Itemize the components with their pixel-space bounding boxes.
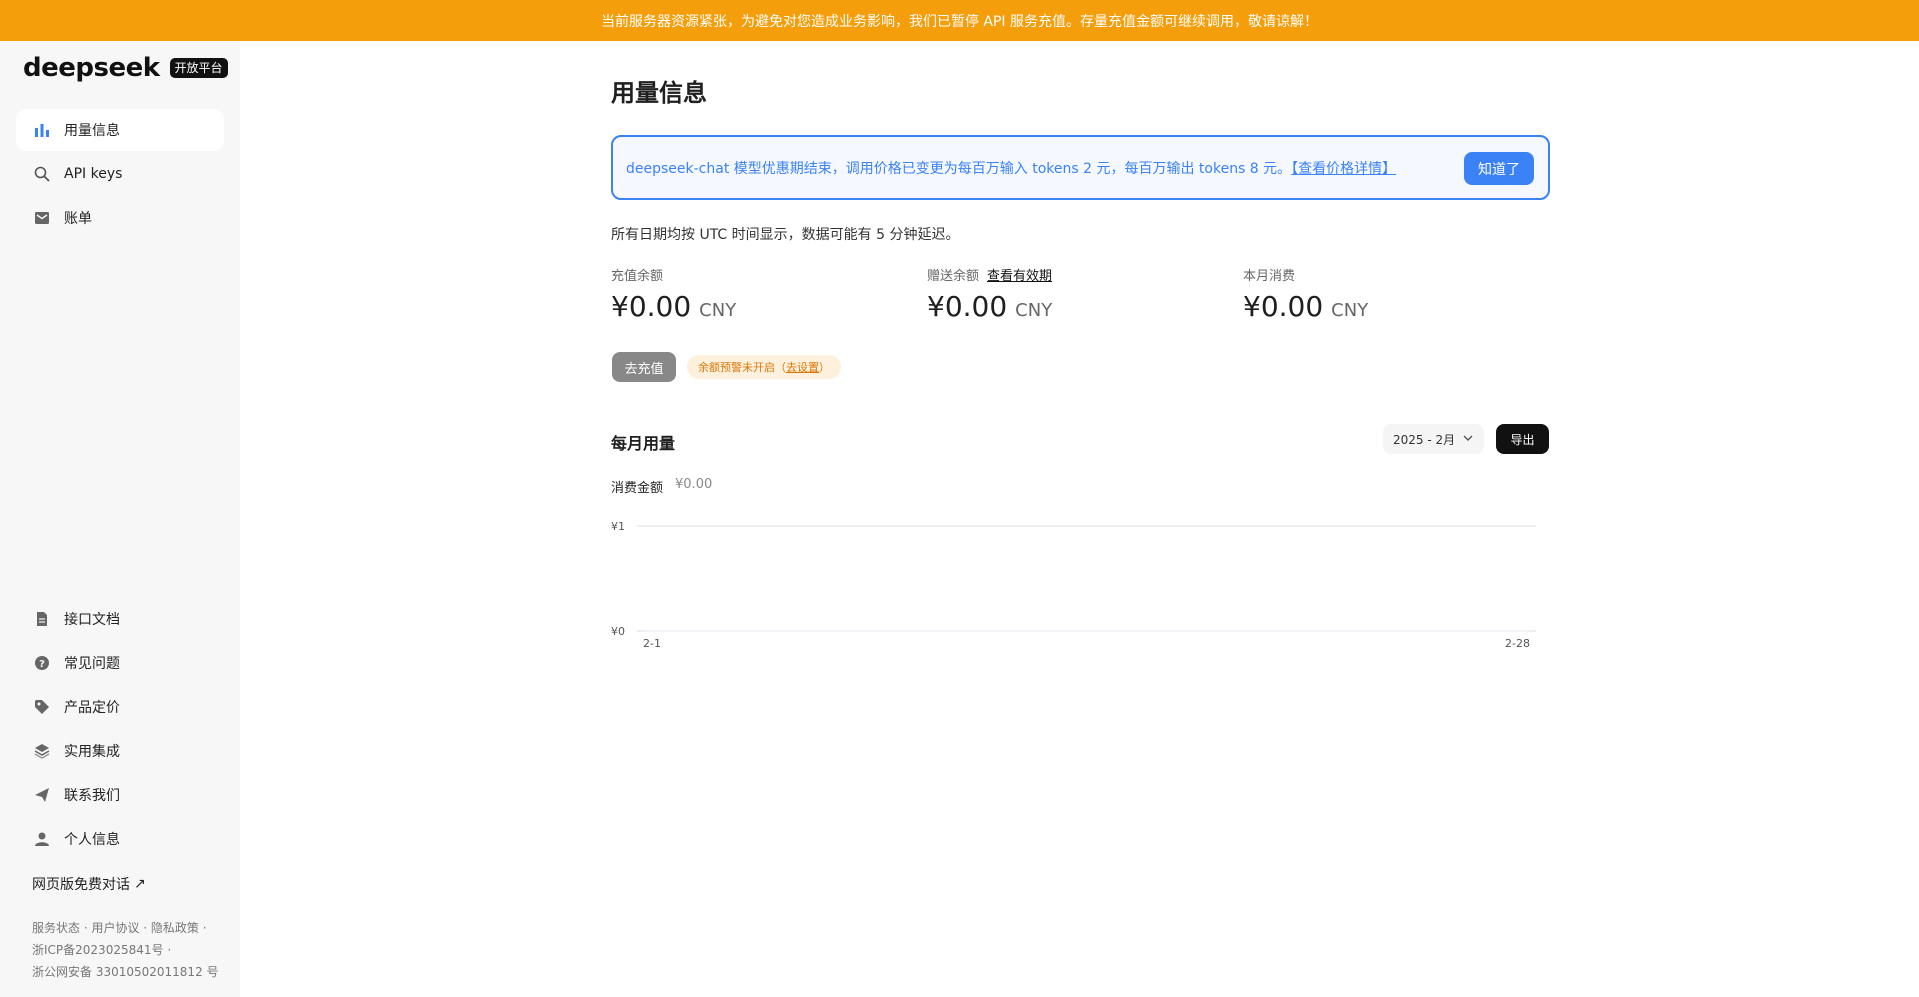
web-chat-label: 网页版免费对话 [32,877,130,893]
layers-icon [32,741,52,761]
recharge-button[interactable]: 去充值 [612,352,676,382]
cost-value: ¥0.00 [675,477,713,492]
warn-suffix: ） [819,361,830,374]
sidebar-item-label: API keys [64,166,123,182]
bar-chart-icon [32,120,52,140]
x-tick-label: 2-28 [1505,637,1530,650]
balance-label: 本月消费 [1243,265,1543,284]
question-icon: ? [32,653,52,673]
sidebar-bottom-nav: 接口文档 ? 常见问题 产品定价 实用集成 联系我们 个人信息 [16,597,224,861]
footer-line-1[interactable]: 服务状态 · 用户协议 · 隐私政策 · [32,917,232,939]
notice-dismiss-button[interactable]: 知道了 [1464,152,1534,185]
balance-amount: ¥0.00 [1243,290,1324,323]
sidebar: deepseek 开放平台 用量信息 API keys 账单 接口文档 ? 常见… [0,41,240,997]
cost-label: 消费金额 [611,481,664,496]
sidebar-item-docs[interactable]: 接口文档 [16,597,224,641]
balance-label-text: 赠送余额 [927,269,980,284]
sidebar-item-integrations[interactable]: 实用集成 [16,729,224,773]
platform-badge: 开放平台 [169,58,228,78]
sidebar-item-contact[interactable]: 联系我们 [16,773,224,817]
sidebar-item-faq[interactable]: ? 常见问题 [16,641,224,685]
monthly-spend: 本月消费 ¥0.00 CNY [1243,265,1543,323]
month-select-value: 2025 - 2月 [1393,432,1456,447]
y-tick-label: ¥1 [611,520,625,533]
deepseek-logo: deepseek [23,53,160,83]
balance-amount: ¥0.00 [611,290,692,323]
sidebar-item-billing[interactable]: 账单 [16,197,224,239]
notice-price-link[interactable]: 【查看价格详情】 [1291,161,1396,177]
web-chat-link[interactable]: 网页版免费对话 ↗ [32,874,146,894]
page-title: 用量信息 [611,79,707,107]
tag-icon [32,697,52,717]
notice-text: deepseek-chat 模型优惠期结束，调用价格已变更为每百万输入 toke… [626,158,1396,178]
alert-settings-link[interactable]: 去设置 [786,359,819,375]
sidebar-item-label: 用量信息 [64,123,120,139]
price-notice: deepseek-chat 模型优惠期结束，调用价格已变更为每百万输入 toke… [611,135,1550,200]
sidebar-item-usage[interactable]: 用量信息 [16,109,224,151]
balance-label-text: 充值余额 [611,269,664,284]
sidebar-item-label: 个人信息 [64,832,120,848]
inbox-icon [32,208,52,228]
footer-line-2[interactable]: 浙ICP备2023025841号 · [32,939,232,961]
balance-value: ¥0.00 CNY [927,290,1227,323]
notice-body: deepseek-chat 模型优惠期结束，调用价格已变更为每百万输入 toke… [626,160,1292,177]
footer-line-3[interactable]: 浙公网安备 33010502011812 号 [32,961,232,983]
search-icon [32,164,52,184]
balance-label: 赠送余额 查看有效期 [927,265,1227,284]
user-icon [32,829,52,849]
sidebar-item-label: 接口文档 [64,612,120,628]
cost-summary: 消费金额 ¥0.00 [611,477,712,496]
view-validity-link[interactable]: 查看有效期 [987,265,1052,284]
sidebar-nav: 用量信息 API keys 账单 [16,109,224,241]
x-tick-label: 2-1 [643,637,661,650]
sidebar-item-profile[interactable]: 个人信息 [16,817,224,861]
external-arrow-icon: ↗ [134,876,146,892]
svg-text:?: ? [39,659,45,670]
balance-value: ¥0.00 CNY [611,290,911,323]
send-icon [32,785,52,805]
monthly-usage-title: 每月用量 [611,434,676,453]
recharge-balance: 充值余额 ¥0.00 CNY [611,265,911,323]
gift-balance: 赠送余额 查看有效期 ¥0.00 CNY [927,265,1227,323]
banner-text: 当前服务器资源紧张，为避免对您造成业务影响，我们已暂停 API 服务充值。存量充… [600,13,1319,30]
y-tick-label: ¥0 [611,625,625,638]
month-select[interactable]: 2025 - 2月 [1383,424,1484,454]
chevron-down-icon [1462,432,1474,447]
document-icon [32,609,52,629]
export-button[interactable]: 导出 [1496,424,1549,454]
balance-value: ¥0.00 CNY [1243,290,1543,323]
sidebar-item-label: 产品定价 [64,700,120,716]
sidebar-item-api-keys[interactable]: API keys [16,153,224,195]
sidebar-item-label: 联系我们 [64,788,120,804]
balance-currency: CNY [699,300,737,321]
usage-chart: ¥1 ¥0 2-1 2-28 [611,520,1536,650]
balance-currency: CNY [1015,300,1053,321]
timezone-note: 所有日期均按 UTC 时间显示，数据可能有 5 分钟延迟。 [611,227,960,243]
brand[interactable]: deepseek 开放平台 [23,53,228,83]
sidebar-item-label: 实用集成 [64,744,120,760]
balance-amount: ¥0.00 [927,290,1008,323]
balance-currency: CNY [1331,300,1369,321]
warn-text: 余额预警未开启（ [698,361,786,374]
sidebar-item-pricing[interactable]: 产品定价 [16,685,224,729]
balance-label-text: 本月消费 [1243,269,1296,284]
sidebar-item-label: 常见问题 [64,656,120,672]
footer-links: 服务状态 · 用户协议 · 隐私政策 · 浙ICP备2023025841号 · … [32,917,232,983]
balance-alert-badge: 余额预警未开启（ 去设置） [687,355,841,379]
balance-label: 充值余额 [611,265,911,284]
service-banner: 当前服务器资源紧张，为避免对您造成业务影响，我们已暂停 API 服务充值。存量充… [0,0,1919,41]
sidebar-item-label: 账单 [64,211,92,227]
